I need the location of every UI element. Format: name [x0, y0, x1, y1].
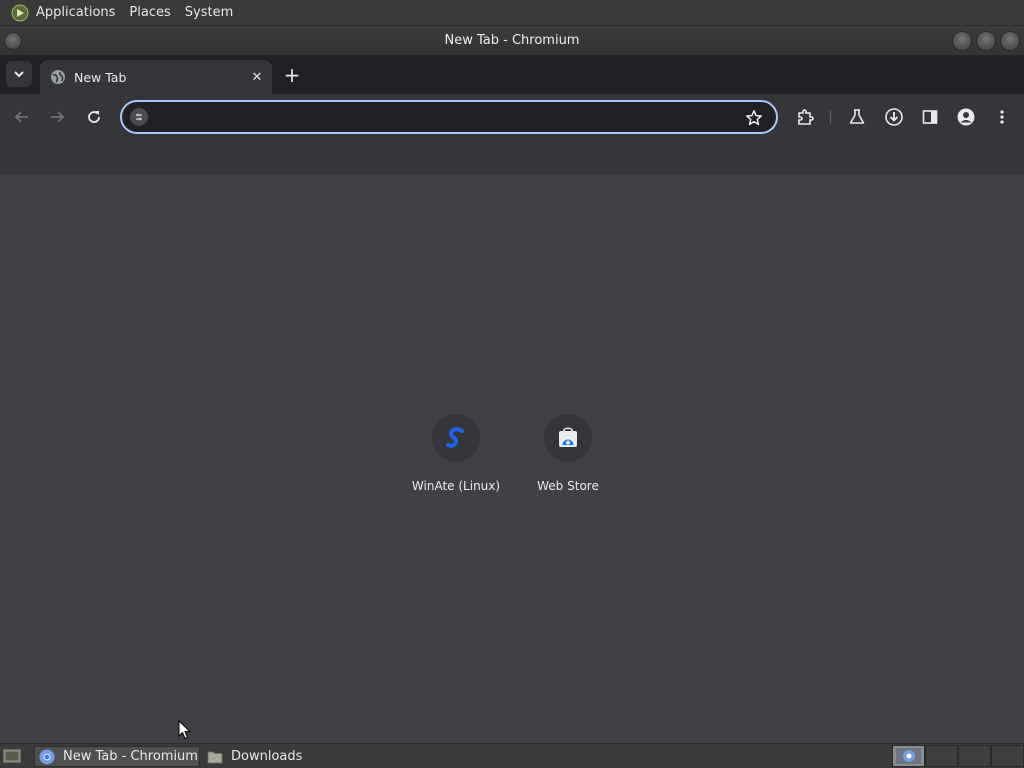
workspace-3[interactable]	[958, 745, 991, 767]
reload-icon[interactable]	[82, 105, 106, 129]
toolbar-separator	[830, 110, 831, 124]
shortcut-tile-winate[interactable]: WinAte (Linux)	[400, 414, 512, 504]
window-menu-button[interactable]	[4, 32, 22, 50]
forward-arrow-icon[interactable]	[45, 105, 69, 129]
bookmark-star-icon[interactable]	[744, 108, 764, 128]
mouse-pointer-icon	[178, 720, 192, 740]
chromium-icon	[896, 748, 921, 764]
shortcut-label: Web Store	[537, 479, 599, 493]
window-title: New Tab - Chromium	[444, 33, 580, 48]
workspace-2[interactable]	[925, 745, 958, 767]
taskbar-item-chromium[interactable]: New Tab - Chromium	[34, 746, 200, 767]
tab-strip: New Tab ✕ +	[0, 55, 1024, 94]
workspace-1[interactable]	[892, 745, 925, 767]
downloads-icon[interactable]	[882, 105, 906, 129]
profile-avatar-icon[interactable]	[954, 105, 978, 129]
extensions-puzzle-icon[interactable]	[793, 105, 817, 129]
back-arrow-icon[interactable]	[10, 105, 34, 129]
chevron-down-icon	[14, 71, 24, 78]
tab-new-tab[interactable]: New Tab ✕	[40, 60, 272, 94]
taskbar-item-label: New Tab - Chromium	[63, 749, 198, 764]
globe-icon	[50, 69, 66, 85]
labs-flask-icon[interactable]	[845, 105, 869, 129]
site-info-icon[interactable]	[130, 108, 148, 126]
maximize-button[interactable]	[976, 31, 996, 51]
system-menu[interactable]: System	[185, 5, 233, 20]
new-tab-button[interactable]: +	[280, 63, 304, 87]
minimize-button[interactable]	[952, 31, 972, 51]
bookmarks-bar	[0, 139, 1024, 174]
desktop: Applications Places System New Tab - Chr…	[0, 0, 1024, 768]
show-desktop-icon[interactable]	[2, 747, 22, 765]
mate-logo-icon[interactable]	[10, 3, 30, 23]
taskbar-item-downloads[interactable]: Downloads	[203, 746, 353, 767]
places-menu[interactable]: Places	[129, 5, 170, 20]
more-menu-icon[interactable]	[990, 105, 1014, 129]
taskbar-item-label: Downloads	[231, 749, 303, 764]
shortcut-tile-web-store[interactable]: Web Store	[512, 414, 624, 504]
address-input[interactable]	[156, 106, 736, 128]
top-panel: Applications Places System	[0, 0, 1024, 25]
web-store-icon	[544, 414, 592, 462]
chromium-icon	[39, 749, 55, 765]
browser-toolbar	[0, 94, 1024, 139]
window-titlebar[interactable]: New Tab - Chromium	[0, 25, 1024, 55]
close-tab-icon[interactable]: ✕	[248, 68, 266, 86]
folder-icon	[207, 749, 223, 765]
close-window-button[interactable]	[1000, 31, 1020, 51]
workspace-4[interactable]	[991, 745, 1024, 767]
side-panel-icon[interactable]	[918, 105, 942, 129]
tab-title: New Tab	[74, 69, 127, 85]
winate-icon	[432, 414, 480, 462]
tab-search-button[interactable]	[6, 61, 32, 87]
applications-menu[interactable]: Applications	[36, 5, 115, 20]
new-tab-page: WinAte (Linux) Web Store	[0, 174, 1024, 743]
shortcut-label: WinAte (Linux)	[411, 479, 501, 493]
address-bar[interactable]	[120, 100, 778, 134]
bottom-taskbar: New Tab - Chromium Downloads	[0, 743, 1024, 768]
